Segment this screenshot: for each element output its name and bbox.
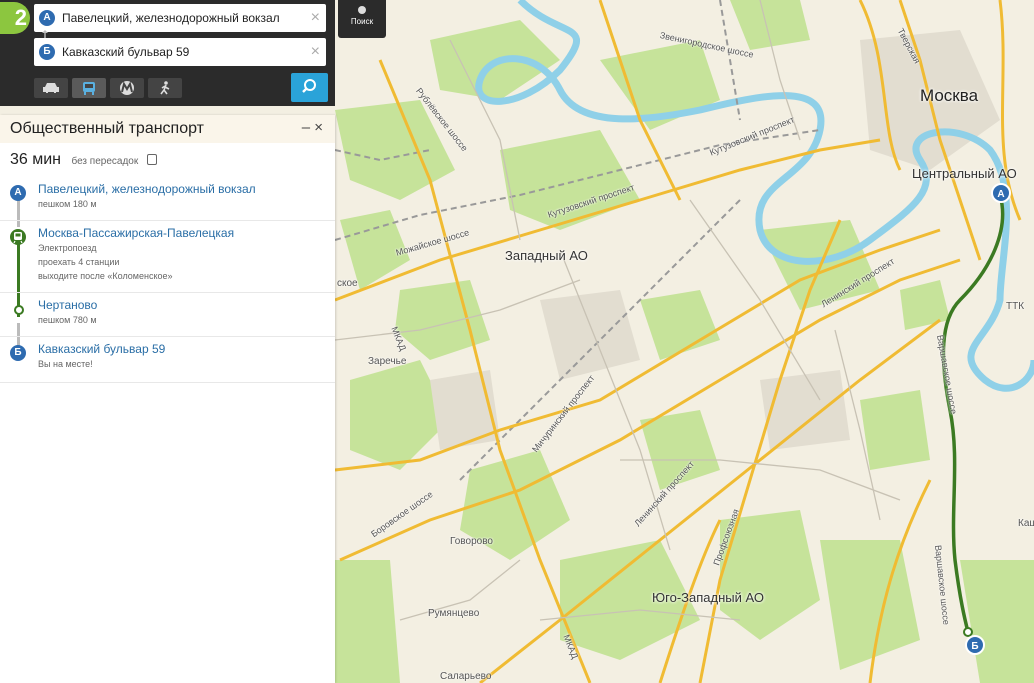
search-button[interactable] [291, 73, 328, 102]
to-field[interactable]: Б × [34, 38, 326, 66]
label-ttk: ТТК [1006, 301, 1025, 312]
route-transfers: без пересадок [71, 156, 139, 167]
route-marker-a[interactable]: А [991, 183, 1011, 203]
panel-title: Общественный транспорт [10, 120, 204, 137]
route-summary: 36 мин без пересадок [10, 151, 157, 169]
route-step[interactable]: Чертаново пешком 780 м [0, 293, 335, 337]
label-kash: Каш [1018, 518, 1034, 529]
route-panel: Общественный транспорт – × 36 мин без пе… [0, 115, 335, 683]
mode-metro[interactable] [110, 78, 144, 98]
clear-to-icon[interactable]: × [311, 42, 320, 62]
bus-icon [83, 82, 95, 95]
clear-from-icon[interactable]: × [311, 8, 320, 28]
mode-public-transport[interactable] [72, 78, 106, 98]
step-detail: пешком 180 м [38, 199, 97, 209]
route-duration: 36 мин [10, 151, 62, 168]
panel-controls[interactable]: – × [302, 119, 323, 136]
step-detail: выходите после «Коломенское» [38, 271, 173, 281]
label-salaryevo: Саларьево [440, 671, 492, 682]
step-title[interactable]: Чертаново [38, 297, 325, 313]
label-moscow: Москва [920, 86, 979, 105]
metro-icon [120, 81, 134, 95]
label-southwest-ao: Юго-Западный АО [652, 590, 764, 605]
from-marker: А [39, 10, 55, 26]
route-step[interactable]: А Павелецкий, железнодорожный вокзал пеш… [0, 177, 335, 221]
step-detail: Электропоезд [38, 243, 97, 253]
to-marker: Б [39, 44, 55, 60]
car-icon [43, 83, 59, 93]
step-title[interactable]: Кавказский бульвар 59 [38, 341, 325, 357]
step-marker-a: А [10, 185, 26, 201]
step-detail: Вы на месте! [38, 359, 93, 369]
mode-car[interactable] [34, 78, 68, 98]
step-marker-b: Б [10, 345, 26, 361]
pin-icon [358, 6, 366, 14]
label-rumyantsevo: Румянцево [428, 608, 480, 619]
panel-header: Общественный транспорт – × [0, 115, 335, 143]
route-stop-dot [963, 627, 973, 637]
label-central-ao: Центральный АО [912, 166, 1017, 181]
train-icon [10, 229, 26, 245]
step-title[interactable]: Москва-Пассажирская-Павелецкая [38, 225, 325, 241]
label-govorovo: Говорово [450, 536, 493, 547]
map-search-button[interactable]: Поиск [338, 0, 386, 38]
step-detail: пешком 780 м [38, 315, 97, 325]
route-steps: А Павелецкий, железнодорожный вокзал пеш… [0, 177, 335, 383]
label-zarechye: Заречье [368, 356, 407, 367]
mode-pedestrian[interactable] [148, 78, 182, 98]
route-search-bar: 2 А × Б × [0, 0, 335, 106]
route-marker-b-text: Б [971, 641, 978, 652]
search-icon [302, 79, 316, 93]
map-search-label: Поиск [350, 17, 374, 26]
step-title[interactable]: Павелецкий, железнодорожный вокзал [38, 181, 325, 197]
to-input[interactable] [62, 38, 298, 66]
train-icon [146, 154, 157, 166]
route-step[interactable]: Б Кавказский бульвар 59 Вы на месте! [0, 337, 335, 383]
logo[interactable]: 2 [0, 2, 30, 34]
step-detail: проехать 4 станции [38, 257, 120, 267]
route-marker-a-text: А [997, 189, 1004, 200]
label-ekoe: ское [337, 278, 358, 289]
route-marker-b[interactable]: Б [965, 635, 985, 655]
route-step[interactable]: Москва-Пассажирская-Павелецкая Электропо… [0, 221, 335, 293]
from-field[interactable]: А × [34, 4, 326, 32]
from-input[interactable] [62, 4, 298, 32]
stop-icon [14, 305, 24, 315]
label-western-ao: Западный АО [505, 248, 588, 263]
walk-icon [160, 81, 170, 95]
